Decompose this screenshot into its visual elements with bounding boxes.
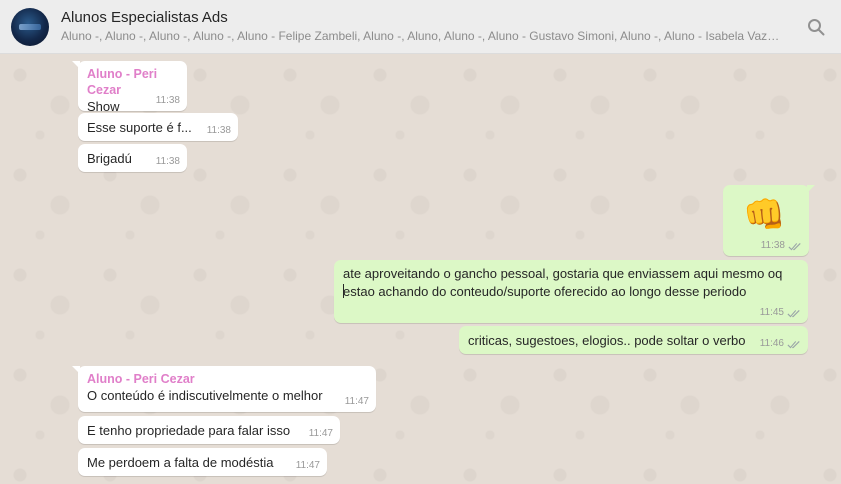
read-ticks-icon (788, 242, 801, 250)
message-text-line-1: ate aproveitando o gancho pessoal, gosta… (343, 266, 783, 281)
message-time: 11:38 (155, 156, 180, 167)
message-time: 11:46 (759, 338, 784, 349)
message-text-line-2: estao achando do conteudo/suporte oferec… (343, 284, 747, 299)
message-bubble-incoming[interactable]: Aluno - Peri Cezar O conteúdo é indiscut… (72, 366, 376, 412)
search-button[interactable] (803, 14, 829, 40)
message-time: 11:38 (206, 125, 231, 136)
message-time: 11:47 (344, 396, 369, 407)
message-bubble-incoming[interactable]: Brigadú 11:38 (78, 144, 187, 172)
fist-bump-emoji-icon: 👊 (743, 196, 786, 234)
chat-title[interactable]: Alunos Especialistas Ads (61, 9, 228, 26)
message-bubble-incoming[interactable]: Me perdoem a falta de modéstia 11:47 (78, 448, 327, 476)
message-time: 11:38 (760, 240, 785, 251)
sender-name[interactable]: Aluno - Peri Cezar (87, 66, 179, 98)
message-bubble-incoming[interactable]: E tenho propriedade para falar isso 11:4… (78, 416, 340, 444)
sender-name[interactable]: Aluno - Peri Cezar (87, 371, 368, 387)
message-bubble-outgoing[interactable]: 👊 11:38 (723, 185, 815, 256)
message-time: 11:45 (759, 307, 784, 318)
chat-header: Alunos Especialistas Ads Aluno -, Aluno … (0, 0, 841, 54)
message-bubble-outgoing[interactable]: ate aproveitando o gancho pessoal, gosta… (334, 260, 808, 323)
message-text: E tenho propriedade para falar isso (87, 423, 291, 438)
message-time: 11:38 (155, 95, 180, 106)
read-ticks-icon (787, 340, 800, 348)
message-text: O conteúdo é indiscutivelmente o melhor (87, 388, 323, 403)
message-text: Me perdoem a falta de modéstia (87, 455, 274, 470)
message-text: criticas, sugestoes, elogios.. pode solt… (468, 333, 746, 348)
chat-participants[interactable]: Aluno -, Aluno -, Aluno -, Aluno -, Alun… (61, 29, 781, 43)
search-icon (808, 19, 825, 36)
group-avatar[interactable] (11, 8, 49, 46)
message-bubble-incoming[interactable]: Aluno - Peri Cezar Show 11:38 (72, 61, 187, 114)
message-time: 11:47 (308, 428, 333, 439)
message-time: 11:47 (295, 460, 320, 471)
message-bubble-outgoing[interactable]: criticas, sugestoes, elogios.. pode solt… (459, 326, 808, 354)
message-bubble-incoming[interactable]: Esse suporte é f... 11:38 (78, 113, 238, 141)
read-ticks-icon (787, 309, 800, 317)
